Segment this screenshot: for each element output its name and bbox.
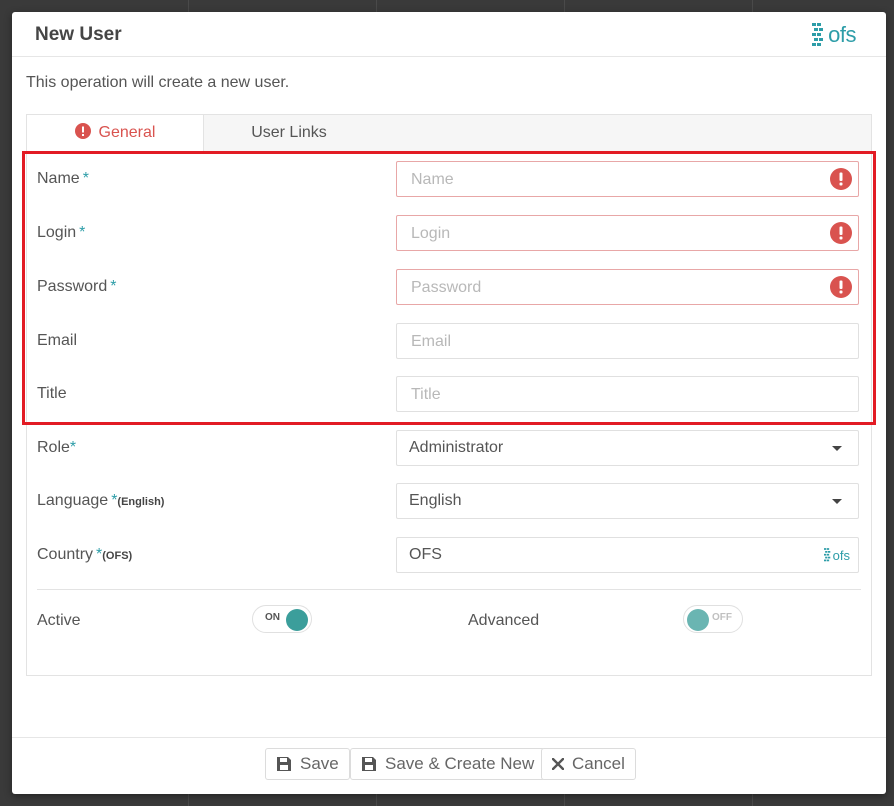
ofs-logo-text: ofs [828,22,856,47]
language-value: English [409,492,462,509]
ofs-logo: ofs [812,20,856,50]
login-field[interactable] [396,215,859,251]
required-marker: * [69,439,77,456]
save-label: Save [300,754,339,773]
save-create-new-label: Save & Create New [385,754,535,773]
save-button[interactable]: Save [265,748,350,780]
active-toggle-state: ON [265,612,280,623]
active-toggle[interactable]: ON [252,605,312,633]
required-marker: * [82,170,89,187]
ofs-logo-small: ofs [823,547,850,563]
email-row: Email [27,323,871,361]
floppy-disk-icon [276,756,292,772]
floppy-disk-icon [361,756,377,772]
save-create-new-button[interactable]: Save & Create New [350,748,546,780]
required-marker: * [79,224,86,241]
password-row: Password * [27,269,871,307]
ofs-logo-icon [812,23,824,46]
password-label: Password * [37,278,117,295]
country-value: OFS [409,546,442,563]
form-panel: General User Links Name* Login* [26,114,872,676]
title-row: Title [27,376,871,414]
password-field[interactable] [396,269,859,305]
cancel-label: Cancel [572,754,625,773]
role-value: Administrator [409,439,504,456]
error-icon [830,276,852,298]
title-label: Title [37,385,67,402]
country-row: Country *(OFS) OFS ofs [27,537,871,575]
required-marker: * [110,278,117,295]
ofs-logo-text: ofs [832,547,850,563]
country-field[interactable]: OFS ofs [396,537,859,573]
advanced-label: Advanced [468,612,540,629]
language-label: Language *(English) [37,492,165,509]
tab-user-links[interactable]: User Links [204,115,374,151]
toggle-knob [286,609,308,631]
new-user-dialog: New User ofs This operation will create … [12,12,886,794]
role-row: Role* Administrator [27,430,871,468]
error-icon [830,222,852,244]
toggle-knob [687,609,709,631]
title-field[interactable] [396,376,859,412]
title-input[interactable] [409,385,833,405]
language-select[interactable]: English [396,483,859,519]
name-row: Name * [27,161,871,199]
ofs-logo-icon [823,548,830,562]
intro-text: This operation will create a new user. [26,74,290,91]
name-field[interactable] [396,161,859,197]
country-sub: (OFS) [102,550,133,562]
dialog-title: New User [35,24,122,45]
login-row: Login * [27,215,871,253]
caret-down-icon [832,446,842,451]
dialog-header: New User ofs [12,12,886,57]
login-input[interactable] [409,224,833,244]
active-label: Active [37,612,81,629]
close-icon [552,758,564,770]
caret-down-icon [832,499,842,504]
email-input[interactable] [409,332,833,352]
tab-general-label: General [98,124,156,141]
email-label: Email [37,332,78,349]
advanced-toggle-state: OFF [712,612,732,623]
password-input[interactable] [409,278,833,298]
divider [37,589,861,590]
error-icon [830,168,852,190]
error-icon [74,123,91,140]
login-label: Login * [37,224,86,241]
tab-bar: General User Links [27,115,871,152]
cancel-button[interactable]: Cancel [541,748,636,780]
advanced-toggle[interactable]: OFF [683,605,743,633]
language-row: Language *(English) English [27,483,871,521]
role-select[interactable]: Administrator [396,430,859,466]
name-input[interactable] [409,170,833,190]
name-label: Name * [37,170,89,187]
tab-general[interactable]: General [27,115,204,152]
language-sub: (English) [117,496,165,508]
role-label: Role* [37,439,77,456]
email-field[interactable] [396,323,859,359]
dialog-footer: Save Save & Create New Cancel [12,737,886,795]
country-label: Country *(OFS) [37,546,133,563]
